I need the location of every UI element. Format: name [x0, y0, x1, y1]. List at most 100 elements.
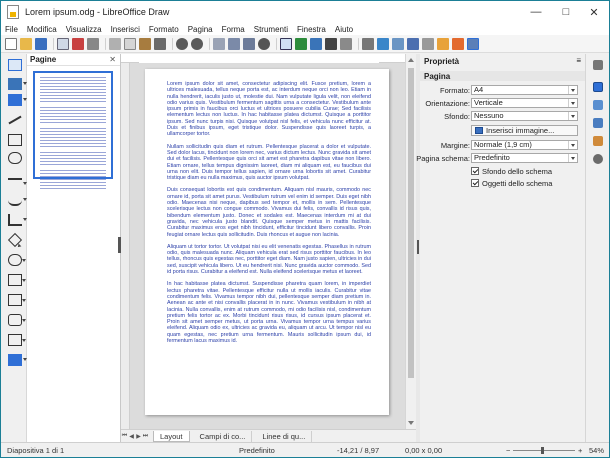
- insert-image-button[interactable]: Inserisci immagine...: [471, 125, 578, 136]
- open-folder-icon[interactable]: [20, 37, 32, 50]
- align-objects-icon[interactable]: [377, 37, 389, 50]
- sidebar-menu-icon[interactable]: ≡: [576, 56, 581, 65]
- prev-tab-icon[interactable]: ◀: [128, 433, 135, 440]
- 3d-objects-icon[interactable]: [8, 354, 27, 366]
- menu-forma[interactable]: Forma: [222, 25, 245, 34]
- export-icon[interactable]: [57, 37, 69, 50]
- navigator-deck-icon[interactable]: [593, 154, 603, 164]
- next-tab-icon[interactable]: ▶: [135, 433, 142, 440]
- first-tab-icon[interactable]: ⏮: [121, 433, 128, 440]
- rectangle-tool-icon[interactable]: [8, 134, 22, 146]
- menu-inserisci[interactable]: Inserisci: [111, 25, 140, 34]
- block-arrows-icon[interactable]: [8, 274, 26, 286]
- last-tab-icon[interactable]: ⏭: [142, 433, 149, 440]
- crop-icon[interactable]: [437, 37, 449, 50]
- select-tool-icon[interactable]: [8, 59, 22, 71]
- zoom-out-button[interactable]: −: [506, 446, 510, 455]
- chevron-down-icon[interactable]: [568, 86, 577, 94]
- drawing-canvas[interactable]: Lorem ipsum dolor sit amet, consectetur …: [130, 63, 405, 429]
- zoom-pan-icon[interactable]: [243, 37, 255, 50]
- tab-layout[interactable]: Layout: [153, 430, 190, 442]
- orientation-select[interactable]: Verticale: [471, 98, 578, 108]
- arrange-icon[interactable]: [392, 37, 404, 50]
- sidebar-toggle-icon[interactable]: [467, 37, 479, 50]
- scroll-up-icon[interactable]: [408, 58, 414, 62]
- stars-icon[interactable]: [8, 334, 26, 346]
- ellipse-tool-icon[interactable]: [8, 152, 22, 164]
- shadow-icon[interactable]: [422, 37, 434, 50]
- zoom-slider-handle[interactable]: [541, 447, 544, 454]
- chevron-down-icon[interactable]: [22, 299, 26, 302]
- menu-aiuto[interactable]: Aiuto: [335, 25, 353, 34]
- zoom-icon[interactable]: [258, 37, 270, 50]
- menu-modifica[interactable]: Modifica: [27, 25, 57, 34]
- text-box-icon[interactable]: [280, 37, 292, 50]
- grid-icon[interactable]: [213, 37, 225, 50]
- menu-finestra[interactable]: Finestra: [297, 25, 326, 34]
- master-objects-checkbox[interactable]: Oggetti dello schema: [471, 178, 552, 188]
- symbol-shapes-icon[interactable]: [8, 254, 26, 266]
- export-pdf-icon[interactable]: [72, 37, 84, 50]
- transformations-icon[interactable]: [362, 37, 374, 50]
- zoom-in-button[interactable]: +: [578, 446, 582, 455]
- chevron-down-icon[interactable]: [568, 154, 577, 162]
- scrollbar-thumb[interactable]: [408, 68, 414, 378]
- close-button[interactable]: ✕: [579, 1, 609, 23]
- vertical-scrollbar[interactable]: [405, 54, 416, 429]
- scroll-down-icon[interactable]: [408, 421, 414, 425]
- redo-icon[interactable]: [191, 37, 203, 50]
- fill-color-icon[interactable]: [8, 94, 27, 106]
- basic-shapes-icon[interactable]: [7, 232, 23, 249]
- curve-tool-icon[interactable]: [8, 194, 27, 206]
- print-icon[interactable]: [87, 37, 99, 50]
- vertical-ruler[interactable]: [121, 63, 130, 429]
- gallery-deck-icon[interactable]: [593, 136, 603, 146]
- flowchart-icon[interactable]: [8, 294, 26, 306]
- line-tool-icon[interactable]: [8, 115, 22, 125]
- horizontal-ruler[interactable]: [121, 54, 405, 63]
- cut-icon[interactable]: [109, 37, 121, 50]
- chevron-down-icon[interactable]: [568, 99, 577, 107]
- chevron-down-icon[interactable]: [16, 243, 22, 249]
- background-select[interactable]: Nessuno: [471, 111, 578, 121]
- menu-pagina[interactable]: Pagina: [188, 25, 213, 34]
- copy-icon[interactable]: [124, 37, 136, 50]
- zoom-level[interactable]: 54%: [589, 446, 604, 455]
- chevron-down-icon[interactable]: [22, 259, 26, 262]
- page-section-header[interactable]: Pagina: [420, 71, 585, 81]
- save-icon[interactable]: [35, 37, 47, 50]
- format-select[interactable]: A4: [471, 85, 578, 95]
- chevron-down-icon[interactable]: [22, 339, 26, 342]
- close-icon[interactable]: ✕: [109, 55, 116, 64]
- page-thumbnail[interactable]: [33, 71, 113, 189]
- menu-formato[interactable]: Formato: [149, 25, 179, 34]
- zoom-slider[interactable]: [513, 450, 575, 451]
- fontwork-icon[interactable]: [310, 37, 322, 50]
- clone-formatting-icon[interactable]: [154, 37, 166, 50]
- chevron-down-icon[interactable]: [568, 141, 577, 149]
- paste-icon[interactable]: [139, 37, 151, 50]
- callouts-icon[interactable]: [8, 314, 26, 326]
- checkbox-checked-icon[interactable]: [471, 167, 479, 175]
- margins-select[interactable]: Normale (1,9 cm): [471, 140, 578, 150]
- tab-linee-di-quota[interactable]: Linee di qu...: [256, 430, 313, 442]
- menu-visualizza[interactable]: Visualizza: [66, 25, 102, 34]
- hyperlink-icon[interactable]: [340, 37, 352, 50]
- checkbox-checked-icon[interactable]: [471, 179, 479, 187]
- filter-icon[interactable]: [452, 37, 464, 50]
- line-color-icon[interactable]: [8, 78, 27, 90]
- insert-image-icon[interactable]: [295, 37, 307, 50]
- special-character-icon[interactable]: [325, 37, 337, 50]
- master-slides-deck-icon[interactable]: [593, 100, 603, 110]
- undo-icon[interactable]: [176, 37, 188, 50]
- menu-file[interactable]: File: [5, 25, 18, 34]
- minimize-button[interactable]: —: [521, 1, 551, 23]
- chevron-down-icon[interactable]: [22, 279, 26, 282]
- helplines-icon[interactable]: [228, 37, 240, 50]
- page[interactable]: Lorem ipsum dolor sit amet, consectetur …: [145, 69, 389, 415]
- properties-deck-icon[interactable]: [593, 82, 603, 92]
- tab-campi-di-controllo[interactable]: Campi di co...: [194, 430, 253, 442]
- line-arrow-icon[interactable]: [8, 178, 27, 185]
- distribute-icon[interactable]: [407, 37, 419, 50]
- menu-strumenti[interactable]: Strumenti: [254, 25, 288, 34]
